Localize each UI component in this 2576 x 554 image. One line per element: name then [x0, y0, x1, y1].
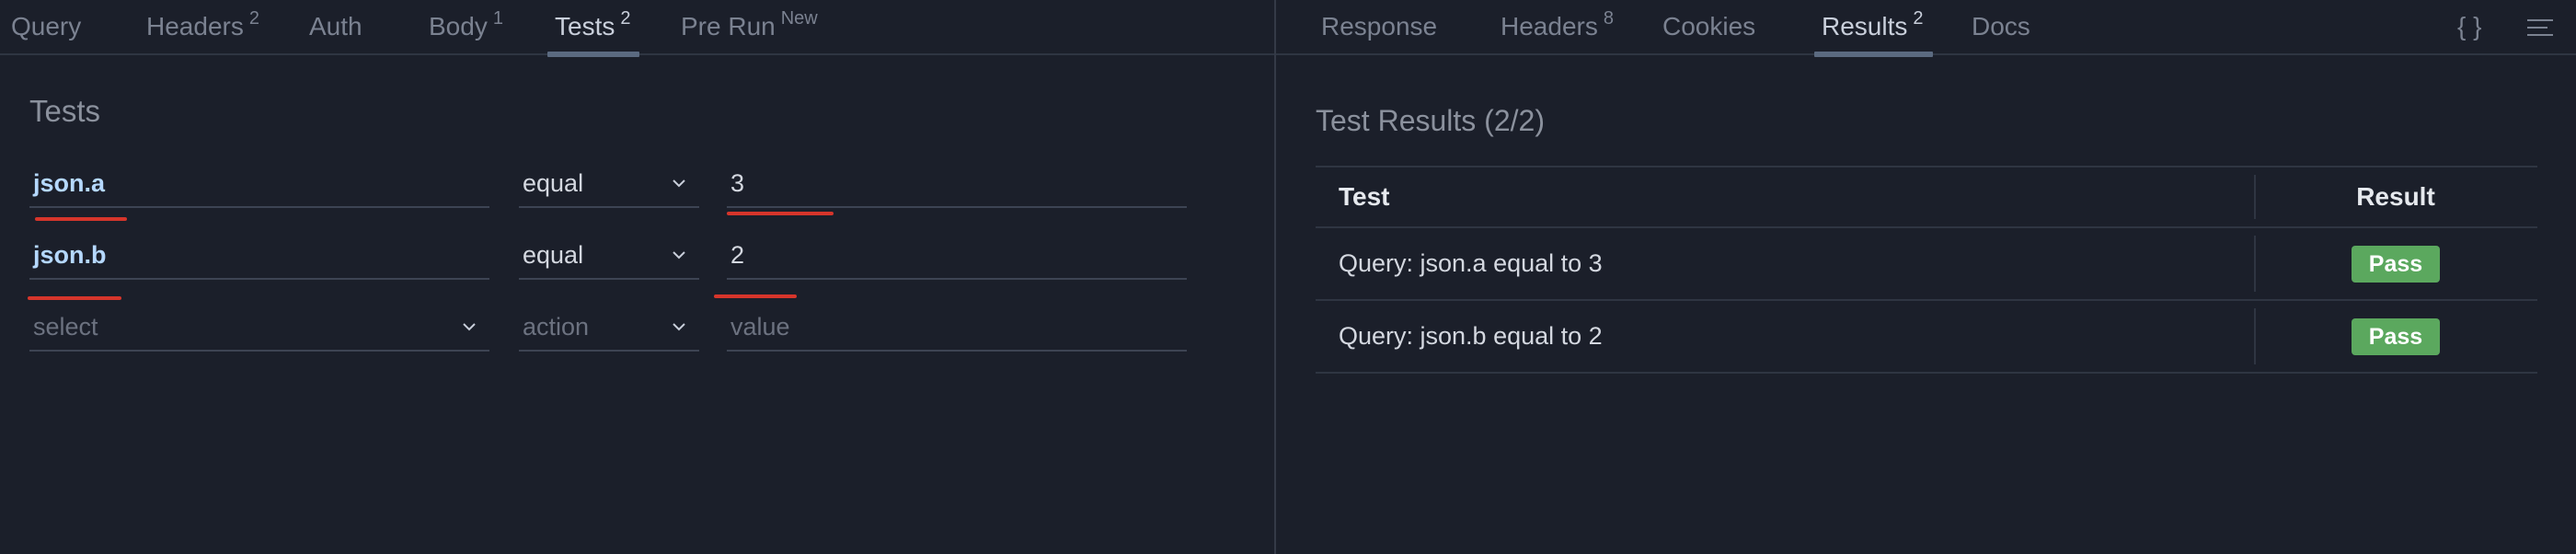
chevron-down-icon: [673, 179, 685, 188]
tab-query[interactable]: Query: [11, 0, 81, 55]
tests-count-badge: 2: [620, 8, 631, 29]
results-table: Test Result Query: json.a equal to 3 Pas…: [1316, 166, 2537, 374]
pass-badge: Pass: [2351, 245, 2441, 283]
test-action-select[interactable]: equal: [519, 158, 699, 208]
test-value-input[interactable]: 2: [727, 230, 1187, 280]
test-key-input[interactable]: json.a: [29, 158, 489, 208]
results-title: Test Results (2/2): [1316, 104, 1545, 137]
response-tabbar: Response Headers 8 Cookies Results 2 Docs …: [1276, 0, 2576, 57]
tests-title: Tests: [29, 94, 101, 128]
menu-icon[interactable]: [2527, 18, 2555, 37]
results-count-badge: 2: [1913, 8, 1924, 29]
tab-pre-run[interactable]: Pre Run New: [681, 0, 818, 55]
table-row: Query: json.a equal to 3 Pass: [1316, 226, 2537, 301]
chevron-down-icon: [673, 323, 685, 331]
spellcheck-underline: [714, 294, 797, 298]
result-column-header: Result: [2254, 166, 2537, 228]
test-name-cell: Query: json.b equal to 2: [1316, 299, 2254, 374]
response-headers-count-badge: 8: [1603, 8, 1614, 29]
test-key-input[interactable]: json.b: [29, 230, 489, 280]
tab-response-headers[interactable]: Headers 8: [1501, 0, 1614, 55]
spellcheck-underline: [35, 217, 127, 221]
chevron-down-icon: [673, 251, 685, 260]
spellcheck-underline: [28, 296, 121, 300]
table-header-row: Test Result: [1316, 166, 2537, 228]
test-value-input[interactable]: 3: [727, 158, 1187, 208]
spellcheck-underline: [727, 212, 834, 215]
tab-docs[interactable]: Docs: [1972, 0, 2030, 55]
chevron-down-icon: [463, 323, 476, 331]
tab-results[interactable]: Results 2: [1814, 0, 1932, 57]
body-count-badge: 1: [492, 8, 503, 29]
request-pane: Query Headers 2 Auth Body 1 Tests 2 Pre Run…: [0, 0, 1274, 554]
test-column-header: Test: [1316, 166, 2254, 228]
pass-badge: Pass: [2351, 317, 2441, 355]
new-test-action-select[interactable]: action: [519, 302, 699, 352]
tab-headers[interactable]: Headers 2: [146, 0, 259, 55]
headers-count-badge: 2: [248, 8, 259, 29]
new-test-value-input[interactable]: value: [727, 302, 1187, 352]
tab-tests[interactable]: Tests 2: [546, 0, 641, 57]
tab-response[interactable]: Response: [1321, 0, 1437, 55]
new-test-key-select[interactable]: select: [29, 302, 489, 352]
tab-auth[interactable]: Auth: [309, 0, 362, 55]
result-cell: Pass: [2254, 226, 2537, 301]
request-tabbar: Query Headers 2 Auth Body 1 Tests 2 Pre Run…: [0, 0, 1274, 57]
test-action-select[interactable]: equal: [519, 230, 699, 280]
response-pane: Response Headers 8 Cookies Results 2 Docs …: [1276, 0, 2576, 554]
json-view-icon[interactable]: { }: [2457, 0, 2481, 55]
test-name-cell: Query: json.a equal to 3: [1316, 226, 2254, 301]
new-badge: New: [780, 8, 818, 29]
table-row: Query: json.b equal to 2 Pass: [1316, 299, 2537, 374]
tab-cookies[interactable]: Cookies: [1662, 0, 1755, 55]
tab-body[interactable]: Body 1: [429, 0, 503, 55]
result-cell: Pass: [2254, 299, 2537, 374]
